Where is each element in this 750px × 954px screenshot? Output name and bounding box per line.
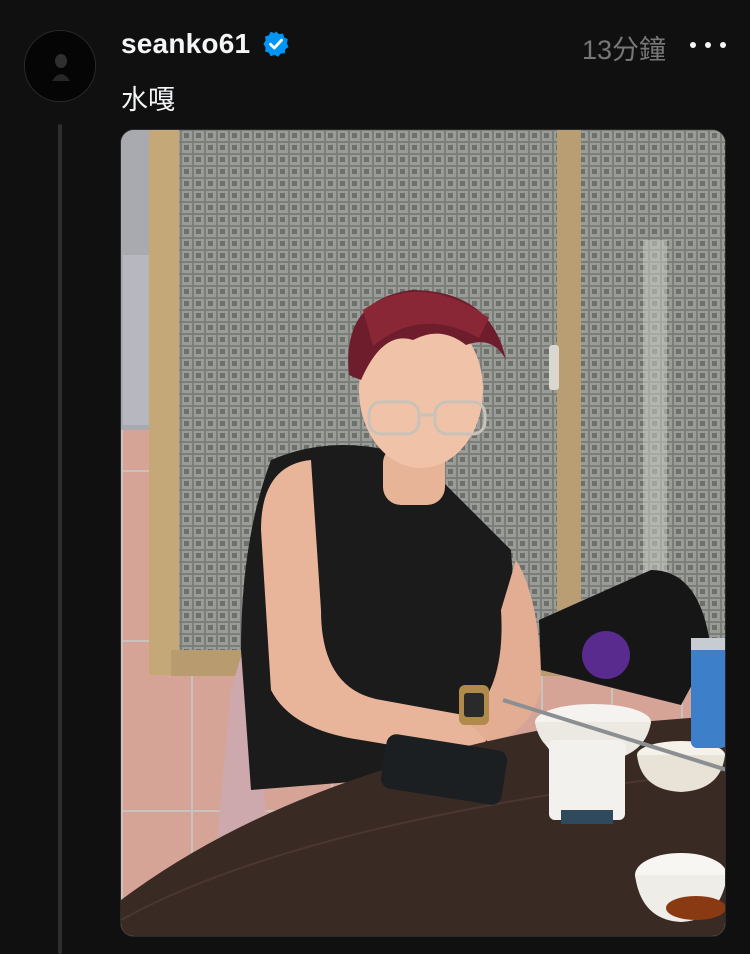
- more-horizontal-icon: [705, 42, 711, 48]
- post-photo[interactable]: [120, 129, 726, 937]
- post-caption: 水嘎: [121, 85, 175, 115]
- avatar[interactable]: [24, 30, 96, 102]
- verified-badge-icon: [263, 31, 289, 57]
- more-horizontal-icon: [720, 42, 726, 48]
- thread-connector-line: [58, 124, 62, 954]
- more-options-button[interactable]: [690, 30, 726, 60]
- post-header: seanko61 13分鐘: [121, 26, 726, 66]
- thread-post: seanko61 13分鐘 水嘎: [0, 0, 750, 954]
- more-horizontal-icon: [690, 42, 696, 48]
- avatar-image: [25, 31, 95, 101]
- post-timestamp: 13分鐘: [581, 35, 666, 65]
- username[interactable]: seanko61: [121, 28, 250, 60]
- photo-illustration: [121, 130, 725, 936]
